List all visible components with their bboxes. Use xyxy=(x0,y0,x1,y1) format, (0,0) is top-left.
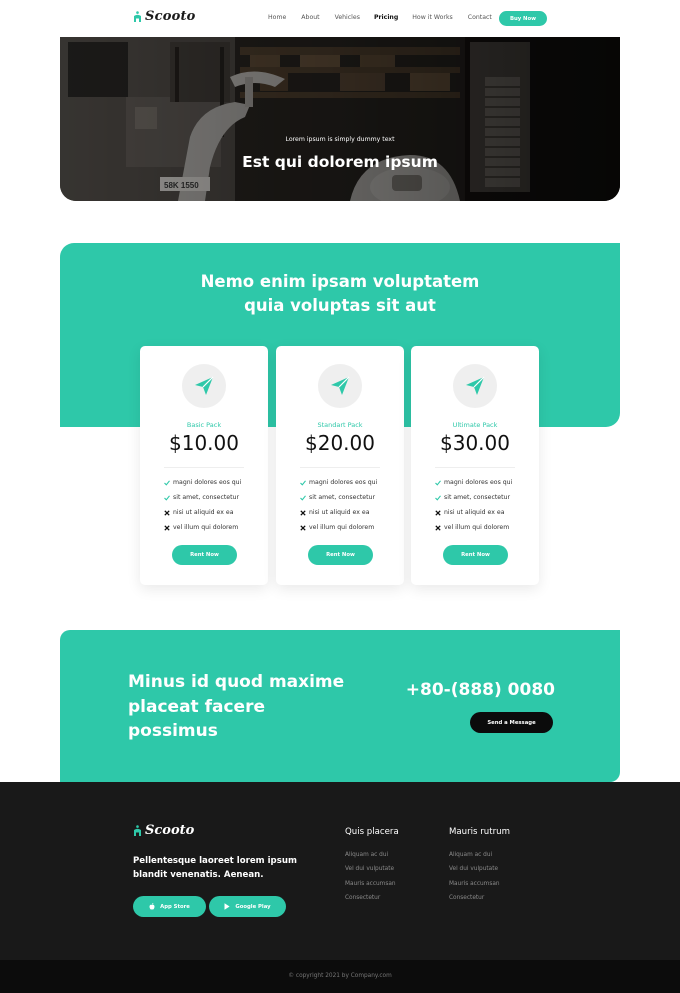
plan-price: $20.00 xyxy=(305,431,375,455)
cross-icon xyxy=(164,509,170,516)
footer-link[interactable]: Vel dui vulputate xyxy=(449,866,498,872)
footer-link[interactable]: Consectetur xyxy=(345,895,380,901)
buy-now-button[interactable]: Buy Now xyxy=(499,11,547,26)
pricing-card-ultimate: Ultimate Pack $30.00 magni dolores eos q… xyxy=(411,346,539,585)
cross-icon xyxy=(435,509,441,516)
cta-phone[interactable]: +80-(888) 0080 xyxy=(405,680,555,700)
pricing-title: Nemo enim ipsam voluptatem quia voluptas… xyxy=(60,270,620,318)
pricing-title-line2: quia voluptas sit aut xyxy=(244,296,436,315)
plan-name: Ultimate Pack xyxy=(452,421,498,429)
logo-text: Scooto xyxy=(145,9,196,24)
header: Scooto Home About Vehicles Pricing How i… xyxy=(0,0,680,37)
paper-plane-icon xyxy=(466,376,485,395)
pricing-card-standart: Standart Pack $20.00 magni dolores eos q… xyxy=(276,346,404,585)
plan-icon-circle xyxy=(453,364,497,408)
apple-icon xyxy=(149,903,155,910)
hero-kicker: Lorem ipsum is simply dummy text xyxy=(285,136,395,143)
footer xyxy=(0,782,680,960)
cta-title: Minus id quod maxime placeat facere poss… xyxy=(128,672,345,741)
cross-icon xyxy=(435,524,441,531)
footer-tagline: Pellentesque laoreet lorem ipsum blandit… xyxy=(133,856,297,880)
rent-now-button[interactable]: Rent Now xyxy=(172,545,237,565)
pricing-title-line1: Nemo enim ipsam voluptatem xyxy=(200,272,480,291)
logo[interactable]: Scooto xyxy=(133,9,196,24)
hero-plate-text: 58K 1550 xyxy=(164,181,199,190)
feature-item: sit amet, consectetur xyxy=(435,494,510,501)
footer-link[interactable]: Aliquam ac dui xyxy=(345,852,388,858)
plan-icon-circle xyxy=(318,364,362,408)
feature-item: vel illum qui dolorem xyxy=(435,524,509,531)
divider xyxy=(164,467,244,468)
app-store-button[interactable]: App Store xyxy=(133,896,206,917)
cross-icon xyxy=(300,509,306,516)
feature-item: vel illum qui dolorem xyxy=(164,524,238,531)
check-icon xyxy=(164,494,170,501)
footer-col-title: Quis placera xyxy=(345,827,399,837)
play-icon xyxy=(224,903,230,910)
footer-logo-text: Scooto xyxy=(145,823,195,838)
rent-now-button[interactable]: Rent Now xyxy=(308,545,373,565)
check-icon xyxy=(300,479,306,486)
nav-pricing[interactable]: Pricing xyxy=(374,14,398,21)
feature-item: magni dolores eos qui xyxy=(300,479,377,486)
plan-name: Basic Pack xyxy=(186,421,222,429)
paper-plane-icon xyxy=(195,376,214,395)
footer-link[interactable]: Consectetur xyxy=(449,895,484,901)
nav-home[interactable]: Home xyxy=(268,14,286,21)
nav-about[interactable]: About xyxy=(301,14,319,21)
google-play-button[interactable]: Google Play xyxy=(209,896,286,917)
feature-item: nisi ut aliquid ex ea xyxy=(300,509,369,516)
hero-title: Est qui dolorem ipsum xyxy=(242,153,438,171)
send-message-button[interactable]: Send a Message xyxy=(470,712,553,733)
feature-item: nisi ut aliquid ex ea xyxy=(164,509,233,516)
plan-price: $30.00 xyxy=(440,431,510,455)
check-icon xyxy=(435,494,441,501)
page: Scooto Home About Vehicles Pricing How i… xyxy=(0,0,680,993)
scooter-logo-icon xyxy=(134,10,141,22)
check-icon xyxy=(435,479,441,486)
check-icon xyxy=(164,479,170,486)
scooter-logo-icon xyxy=(134,824,141,836)
feature-item: magni dolores eos qui xyxy=(164,479,241,486)
nav-contact[interactable]: Contact xyxy=(468,14,492,21)
plan-icon-circle xyxy=(182,364,226,408)
nav-vehicles[interactable]: Vehicles xyxy=(335,14,360,21)
hero-scooter-photo: 58K 1550 xyxy=(60,37,620,201)
pricing-card-basic: Basic Pack $10.00 magni dolores eos qui … xyxy=(140,346,268,585)
check-icon xyxy=(300,494,306,501)
footer-col-title: Mauris rutrum xyxy=(449,827,510,837)
feature-item: sit amet, consectetur xyxy=(300,494,375,501)
footer-logo[interactable]: Scooto xyxy=(133,823,194,838)
main-nav: Home About Vehicles Pricing How it Works… xyxy=(268,14,492,21)
cross-icon xyxy=(164,524,170,531)
rent-now-button[interactable]: Rent Now xyxy=(443,545,508,565)
feature-item: vel illum qui dolorem xyxy=(300,524,374,531)
nav-how-it-works[interactable]: How it Works xyxy=(412,14,452,21)
copyright-text: © copyright 2021 by Company.com xyxy=(288,973,392,979)
plan-price: $10.00 xyxy=(169,431,239,455)
hero-banner: 58K 1550 Lorem ipsum is simply dummy tex… xyxy=(60,37,620,201)
feature-item: nisi ut aliquid ex ea xyxy=(435,509,504,516)
cross-icon xyxy=(300,524,306,531)
footer-link[interactable]: Mauris accumsan xyxy=(345,881,396,887)
paper-plane-icon xyxy=(331,376,350,395)
footer-link[interactable]: Mauris accumsan xyxy=(449,881,500,887)
feature-item: magni dolores eos qui xyxy=(435,479,512,486)
divider xyxy=(435,467,515,468)
divider xyxy=(300,467,380,468)
footer-link[interactable]: Aliquam ac dui xyxy=(449,852,492,858)
plan-name: Standart Pack xyxy=(317,421,363,429)
footer-link[interactable]: Vel dui vulputate xyxy=(345,866,394,872)
feature-item: sit amet, consectetur xyxy=(164,494,239,501)
